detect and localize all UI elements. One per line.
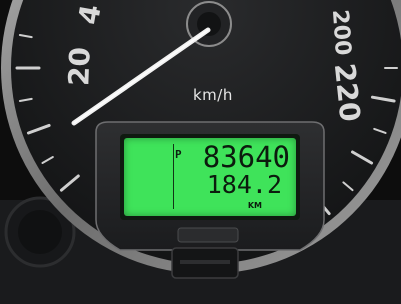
odometer-value: 83640 — [202, 140, 290, 174]
instrument-cluster: 20 4 200 220 km/h P 83640 184.2 KM — [0, 0, 401, 304]
scale-label-20: 20 — [62, 46, 97, 87]
scale-label-200: 200 — [326, 8, 356, 57]
trip-unit: KM — [247, 201, 262, 210]
speed-unit-label: km/h — [193, 86, 233, 104]
scale-label-220: 220 — [327, 61, 367, 124]
lcd-mode-indicator: P — [175, 148, 182, 161]
odometer-lcd: P 83640 184.2 KM — [124, 138, 296, 216]
lcd-divider — [173, 144, 174, 209]
trip-value: 184.2 — [206, 170, 282, 199]
